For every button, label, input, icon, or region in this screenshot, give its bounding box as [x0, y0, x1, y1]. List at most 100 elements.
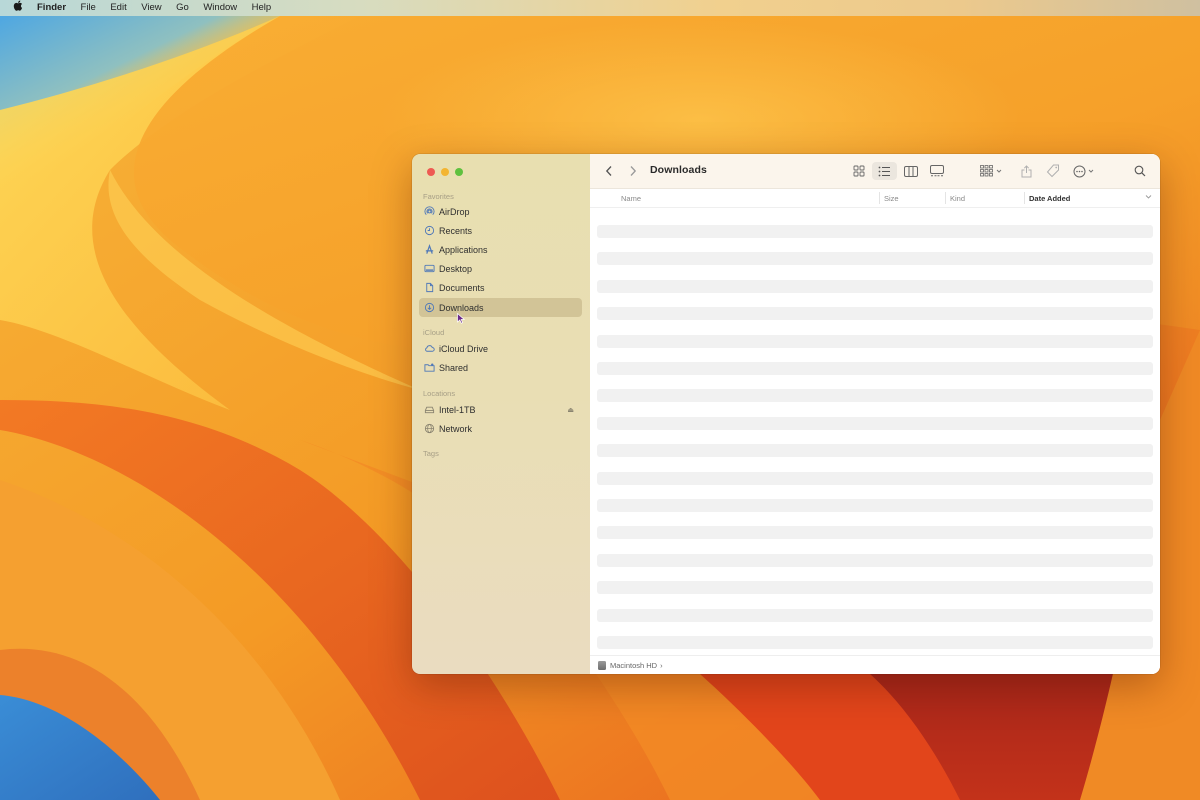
- menu-edit[interactable]: Edit: [110, 0, 126, 16]
- menu-file[interactable]: File: [81, 0, 96, 16]
- sidebar-item-label: AirDrop: [439, 206, 470, 217]
- hard-drive-icon: [598, 660, 606, 670]
- path-item-macintosh-hd[interactable]: Macintosh HD: [610, 661, 657, 670]
- group-grid-icon: [980, 165, 1002, 177]
- search-button[interactable]: [1132, 162, 1148, 180]
- empty-row-stripe: [597, 636, 1153, 649]
- desktop-icon: [424, 263, 435, 274]
- sort-chevron-icon[interactable]: [1145, 193, 1152, 202]
- document-icon: [424, 282, 435, 293]
- sidebar-item-label: Network: [439, 423, 473, 434]
- column-divider[interactable]: [879, 192, 880, 204]
- share-icon: [1021, 164, 1031, 177]
- column-view-button[interactable]: [900, 162, 922, 180]
- path-separator: ›: [660, 660, 663, 670]
- minimize-button[interactable]: [441, 168, 449, 176]
- group-button[interactable]: [978, 162, 1006, 180]
- eject-icon[interactable]: ⏏: [567, 406, 574, 414]
- sidebar-section-locations: Locations: [423, 389, 456, 398]
- apple-menu-icon[interactable]: [13, 0, 25, 16]
- airdrop-icon: [424, 206, 435, 217]
- empty-row-stripe: [597, 499, 1153, 512]
- sidebar-item-intel-1tb[interactable]: Intel-1TB ⏏: [419, 400, 582, 419]
- sidebar-section-icloud: iCloud: [423, 328, 445, 337]
- back-button[interactable]: [602, 162, 616, 180]
- toolbar: Downloads: [590, 154, 1160, 189]
- tag-icon: [1046, 164, 1059, 178]
- empty-row-stripe: [597, 553, 1153, 567]
- tag-button[interactable]: [1044, 162, 1062, 180]
- more-actions-button[interactable]: [1072, 162, 1100, 180]
- icon-grid-icon: [853, 165, 865, 177]
- icon-view-button[interactable]: [848, 162, 870, 180]
- finder-window: Favorites AirDrop Recents Applications D…: [412, 154, 1160, 674]
- empty-row-stripe: [597, 471, 1153, 485]
- download-icon: [424, 302, 435, 313]
- sidebar-item-label: Shared: [439, 362, 469, 373]
- column-divider[interactable]: [1024, 192, 1025, 204]
- sidebar-item-label: Desktop: [439, 263, 473, 274]
- file-browser: Downloads Name Size Kind Date Added Maci…: [590, 154, 1160, 674]
- window-title: Downloads: [650, 164, 707, 176]
- chevron-left-icon: [605, 166, 612, 176]
- empty-row-stripe: [597, 608, 1153, 622]
- empty-row-stripe: [597, 581, 1153, 595]
- menu-bar: Finder File Edit View Go Window Help: [0, 0, 1200, 16]
- column-kind[interactable]: Kind: [950, 194, 965, 203]
- window-controls: [427, 168, 463, 176]
- empty-row-stripe: [597, 279, 1153, 293]
- empty-row-stripe: [597, 416, 1153, 430]
- sidebar-item-shared[interactable]: Shared: [419, 358, 582, 377]
- empty-row-stripe: [597, 444, 1153, 458]
- shared-folder-icon: [424, 362, 435, 373]
- menu-finder[interactable]: Finder: [37, 0, 66, 16]
- sidebar-item-downloads[interactable]: Downloads: [419, 298, 582, 317]
- sidebar-item-label: Intel-1TB: [439, 404, 476, 415]
- clock-icon: [424, 225, 435, 236]
- sidebar-item-label: Recents: [439, 225, 473, 236]
- columns-icon: [904, 165, 918, 177]
- column-size[interactable]: Size: [884, 194, 899, 203]
- close-button[interactable]: [427, 168, 435, 176]
- empty-row-stripe: [597, 362, 1153, 375]
- sidebar-section-tags: Tags: [423, 449, 439, 458]
- sidebar-item-documents[interactable]: Documents: [419, 278, 582, 297]
- column-name[interactable]: Name: [621, 194, 641, 203]
- path-bar: Macintosh HD ›: [590, 655, 1160, 674]
- menu-view[interactable]: View: [141, 0, 161, 16]
- column-divider[interactable]: [945, 192, 946, 204]
- share-button[interactable]: [1018, 162, 1034, 180]
- menu-window[interactable]: Window: [203, 0, 237, 16]
- menu-help[interactable]: Help: [252, 0, 272, 16]
- column-header: Name Size Kind Date Added: [590, 189, 1160, 208]
- zoom-button[interactable]: [455, 168, 463, 176]
- cloud-icon: [424, 343, 435, 354]
- sidebar-item-label: iCloud Drive: [439, 343, 489, 354]
- sidebar-item-icloud-drive[interactable]: iCloud Drive: [419, 339, 582, 358]
- network-icon: [424, 423, 435, 434]
- sidebar-item-applications[interactable]: Applications: [419, 240, 582, 259]
- gallery-view-button[interactable]: [926, 162, 948, 180]
- mouse-cursor-icon: [457, 313, 465, 324]
- empty-row-stripe: [597, 307, 1153, 321]
- sidebar-item-network[interactable]: Network: [419, 419, 582, 438]
- ellipsis-circle-icon: [1073, 165, 1094, 177]
- sidebar-item-label: Applications: [439, 244, 488, 255]
- empty-row-stripe: [597, 526, 1153, 540]
- sidebar-section-favorites: Favorites: [423, 192, 454, 201]
- gallery-icon: [930, 165, 944, 177]
- drive-icon: [424, 404, 435, 415]
- list-view-button[interactable]: [872, 162, 897, 180]
- empty-row-stripe: [597, 389, 1153, 403]
- sidebar-item-recents[interactable]: Recents: [419, 221, 582, 240]
- column-date-added[interactable]: Date Added: [1029, 194, 1070, 203]
- empty-row-stripe: [597, 334, 1153, 348]
- menu-go[interactable]: Go: [176, 0, 189, 16]
- applications-icon: [424, 244, 435, 255]
- search-icon: [1134, 165, 1146, 177]
- chevron-right-icon: [630, 166, 637, 176]
- sidebar-item-airdrop[interactable]: AirDrop: [419, 202, 582, 221]
- forward-button[interactable]: [626, 162, 640, 180]
- sidebar-item-desktop[interactable]: Desktop: [419, 259, 582, 278]
- sidebar: Favorites AirDrop Recents Applications D…: [412, 154, 590, 674]
